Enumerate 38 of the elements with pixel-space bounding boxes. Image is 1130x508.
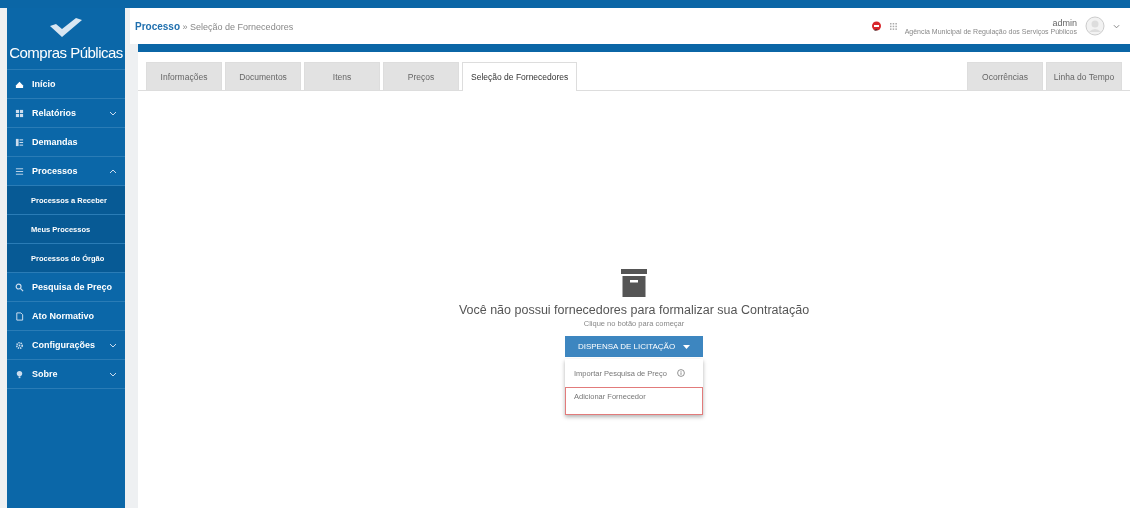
caret-icon (683, 344, 691, 349)
sidebar-item[interactable]: Pesquisa de Preço (7, 273, 125, 302)
breadcrumb: Processo » Seleção de Fornecedores (135, 20, 295, 32)
logo-text: Compras Públicas (9, 44, 123, 61)
grid-icon (15, 108, 24, 118)
tab[interactable]: Ocorrências (967, 62, 1043, 90)
menu-icon (15, 166, 24, 176)
chevron-up-icon (109, 168, 117, 174)
sidebar-item[interactable]: Sobre (7, 360, 125, 389)
doc-icon (15, 311, 24, 321)
chevron-down-icon (109, 342, 117, 348)
chevron-down-icon[interactable] (1113, 23, 1120, 29)
dropdown-button[interactable]: DISPENSA DE LICITAÇÃO (565, 336, 703, 357)
sidebar-item[interactable]: Início (7, 70, 125, 99)
sidebar-item[interactable]: Ato Normativo (7, 302, 125, 331)
avatar-icon[interactable] (1085, 16, 1105, 36)
info-icon (676, 369, 685, 377)
apps-grid-icon[interactable] (889, 22, 897, 30)
checkmark-logo-icon (48, 18, 84, 38)
chevron-down-icon (109, 110, 117, 116)
archive-box-icon (621, 269, 647, 297)
chevron-down-icon (109, 371, 117, 377)
sidebar-item[interactable]: Demandas (7, 128, 125, 157)
tab[interactable]: Documentos (225, 62, 301, 90)
tab[interactable]: Linha do Tempo (1046, 62, 1122, 90)
tab[interactable]: Preços (383, 62, 459, 90)
tab[interactable]: Itens (304, 62, 380, 90)
tab[interactable]: Seleção de Fornecedores (462, 62, 578, 91)
home-icon (15, 79, 24, 89)
sidebar-item[interactable]: Relatórios (7, 99, 125, 128)
list-icon (15, 137, 24, 147)
empty-state-title: Você não possui fornecedores para formalizar sua Contratação (458, 303, 810, 317)
user-name: admin (1052, 17, 1077, 28)
sidebar-item[interactable]: Configurações (7, 331, 125, 360)
search-icon (15, 282, 24, 292)
gear-icon (15, 340, 24, 350)
bulb-icon (15, 369, 24, 379)
tab[interactable]: Informações (146, 62, 222, 90)
